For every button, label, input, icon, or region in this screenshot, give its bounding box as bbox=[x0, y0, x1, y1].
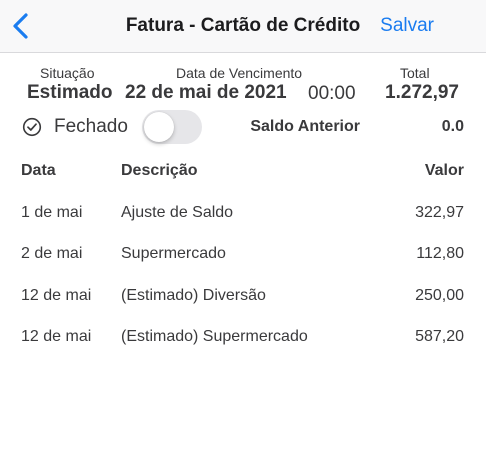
due-time-value[interactable]: 00:00 bbox=[308, 83, 356, 105]
column-header-description: Descrição bbox=[121, 162, 198, 179]
save-button[interactable]: Salvar bbox=[380, 15, 434, 37]
closed-label: Fechado bbox=[54, 116, 128, 137]
invoice-screen: Fatura - Cartão de Crédito Salvar Situaç… bbox=[0, 0, 486, 456]
table-row[interactable]: 2 de mai Supermercado 112,80 bbox=[0, 235, 486, 275]
previous-balance-value: 0.0 bbox=[441, 118, 464, 135]
total-value: 1.272,97 bbox=[385, 82, 459, 103]
column-header-date: Data bbox=[21, 162, 56, 179]
previous-balance-label: Saldo Anterior bbox=[250, 118, 360, 135]
toggle-knob bbox=[144, 112, 174, 142]
row-value: 112,80 bbox=[416, 245, 464, 262]
navigation-bar: Fatura - Cartão de Crédito Salvar bbox=[0, 0, 486, 53]
column-header-value: Valor bbox=[424, 162, 464, 179]
page-title-text: Fatura - Cartão de Crédito bbox=[125, 15, 361, 36]
row-date: 2 de mai bbox=[21, 245, 83, 262]
due-date-label: Data de Vencimento bbox=[176, 65, 303, 81]
row-description: (Estimado) Supermercado bbox=[121, 328, 308, 345]
row-value: 587,20 bbox=[415, 328, 464, 345]
check-circle-icon bbox=[22, 117, 42, 137]
status-label: Situação bbox=[40, 65, 95, 81]
row-date: 12 de mai bbox=[21, 328, 92, 345]
table-row[interactable]: 1 de mai Ajuste de Saldo 322,97 bbox=[0, 194, 486, 234]
row-description: Ajuste de Saldo bbox=[121, 204, 234, 221]
total-label: Total bbox=[400, 65, 430, 81]
row-value: 250,00 bbox=[415, 287, 464, 304]
row-description: (Estimado) Diversão bbox=[121, 287, 266, 304]
row-value: 322,97 bbox=[415, 204, 464, 221]
status-value: Estimado bbox=[27, 82, 113, 103]
row-description: Supermercado bbox=[121, 245, 226, 262]
closed-toggle[interactable] bbox=[142, 110, 202, 144]
due-date-value[interactable]: 22 de mai de 2021 bbox=[125, 82, 287, 104]
row-date: 12 de mai bbox=[21, 287, 92, 304]
table-row[interactable]: 12 de mai (Estimado) Supermercado 587,20 bbox=[0, 318, 486, 358]
row-date: 1 de mai bbox=[21, 204, 83, 221]
table-row[interactable]: 12 de mai (Estimado) Diversão 250,00 bbox=[0, 277, 486, 317]
